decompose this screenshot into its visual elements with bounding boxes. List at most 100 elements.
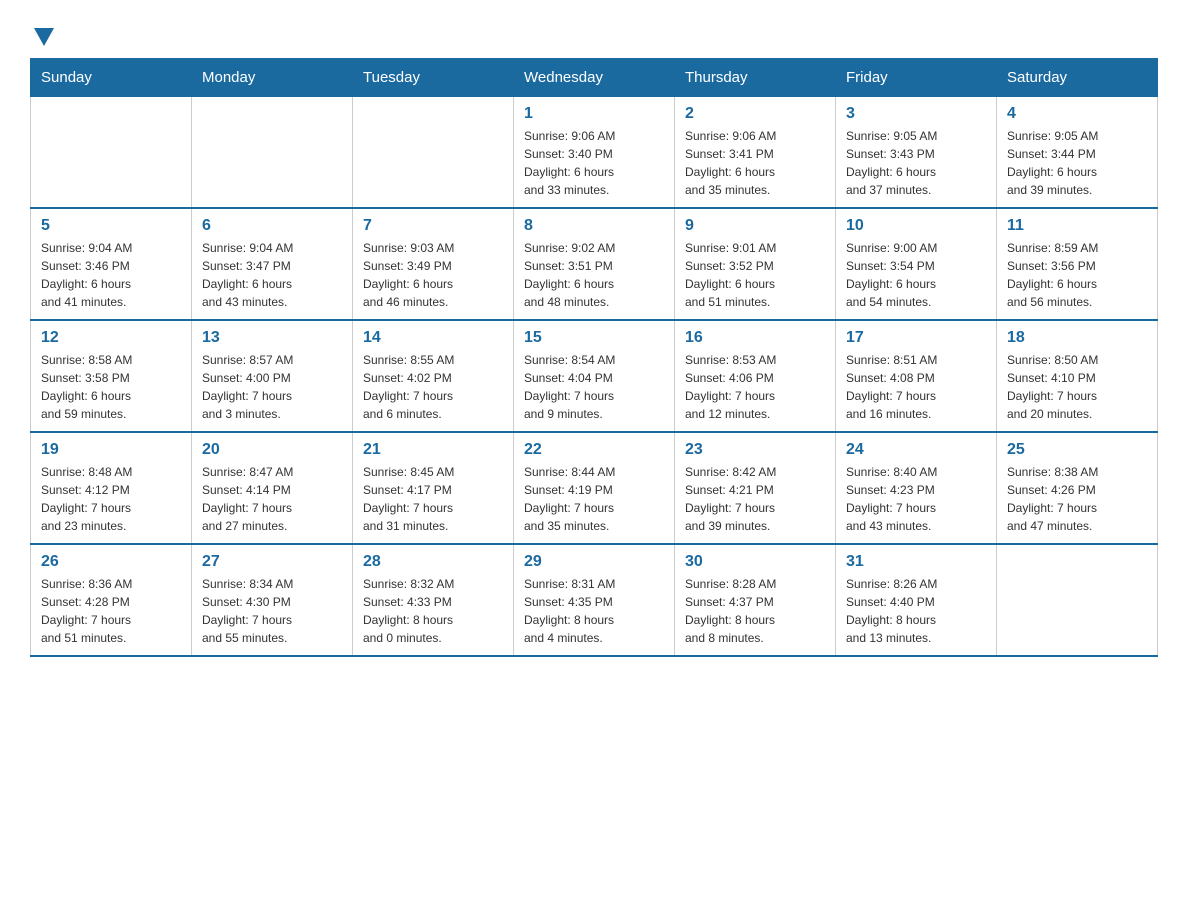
day-info: Sunrise: 8:32 AM Sunset: 4:33 PM Dayligh… <box>363 575 503 647</box>
calendar-cell: 23 Sunrise: 8:42 AM Sunset: 4:21 PM Dayli… <box>675 432 836 544</box>
calendar-cell <box>997 544 1158 656</box>
calendar-week-row: 1 Sunrise: 9:06 AM Sunset: 3:40 PM Daylig… <box>31 97 1158 209</box>
day-number: 23 <box>685 441 825 459</box>
calendar-cell: 7Sunrise: 9:03 AM Sunset: 3:49 PM Daylig… <box>353 208 514 320</box>
logo-triangle-icon <box>34 28 54 46</box>
calendar-cell: 9 Sunrise: 9:01 AM Sunset: 3:52 PM Daylig… <box>675 208 836 320</box>
day-number: 25 <box>1007 441 1147 459</box>
calendar-cell: 3 Sunrise: 9:05 AM Sunset: 3:43 PM Daylig… <box>836 97 997 209</box>
calendar-cell: 2 Sunrise: 9:06 AM Sunset: 3:41 PM Daylig… <box>675 97 836 209</box>
calendar-cell: 21Sunrise: 8:45 AM Sunset: 4:17 PM Dayli… <box>353 432 514 544</box>
day-number: 21 <box>363 441 503 459</box>
day-info: Sunrise: 8:50 AM Sunset: 4:10 PM Dayligh… <box>1007 351 1147 423</box>
day-number: 19 <box>41 441 181 459</box>
calendar-cell: 15 Sunrise: 8:54 AM Sunset: 4:04 PM Dayli… <box>514 320 675 432</box>
day-number: 3 <box>846 105 986 123</box>
calendar-cell: 19 Sunrise: 8:48 AM Sunset: 4:12 PM Dayli… <box>31 432 192 544</box>
day-number: 22 <box>524 441 664 459</box>
day-number: 20 <box>202 441 342 459</box>
day-info: Sunrise: 8:44 AM Sunset: 4:19 PM Dayligh… <box>524 463 664 535</box>
page-header <box>30 24 1158 42</box>
day-number: 14 <box>363 329 503 347</box>
day-info: Sunrise: 9:01 AM Sunset: 3:52 PM Dayligh… <box>685 239 825 311</box>
calendar-cell: 14 Sunrise: 8:55 AM Sunset: 4:02 PM Dayli… <box>353 320 514 432</box>
weekday-header-thursday: Thursday <box>675 59 836 97</box>
day-number: 29 <box>524 553 664 571</box>
day-number: 16 <box>685 329 825 347</box>
calendar-cell: 5Sunrise: 9:04 AM Sunset: 3:46 PM Daylig… <box>31 208 192 320</box>
weekday-header-monday: Monday <box>192 59 353 97</box>
calendar-cell: 31 Sunrise: 8:26 AM Sunset: 4:40 PM Dayli… <box>836 544 997 656</box>
calendar-cell: 17 Sunrise: 8:51 AM Sunset: 4:08 PM Dayli… <box>836 320 997 432</box>
day-info: Sunrise: 8:59 AM Sunset: 3:56 PM Dayligh… <box>1007 239 1147 311</box>
day-info: Sunrise: 9:03 AM Sunset: 3:49 PM Dayligh… <box>363 239 503 311</box>
calendar-cell: 11Sunrise: 8:59 AM Sunset: 3:56 PM Dayli… <box>997 208 1158 320</box>
day-info: Sunrise: 8:55 AM Sunset: 4:02 PM Dayligh… <box>363 351 503 423</box>
calendar-cell: 22 Sunrise: 8:44 AM Sunset: 4:19 PM Dayli… <box>514 432 675 544</box>
calendar-cell: 24Sunrise: 8:40 AM Sunset: 4:23 PM Dayli… <box>836 432 997 544</box>
day-number: 2 <box>685 105 825 123</box>
day-info: Sunrise: 9:05 AM Sunset: 3:43 PM Dayligh… <box>846 127 986 199</box>
day-number: 5 <box>41 217 181 235</box>
calendar-cell: 6 Sunrise: 9:04 AM Sunset: 3:47 PM Daylig… <box>192 208 353 320</box>
day-info: Sunrise: 9:06 AM Sunset: 3:41 PM Dayligh… <box>685 127 825 199</box>
day-info: Sunrise: 8:47 AM Sunset: 4:14 PM Dayligh… <box>202 463 342 535</box>
day-info: Sunrise: 9:02 AM Sunset: 3:51 PM Dayligh… <box>524 239 664 311</box>
day-number: 18 <box>1007 329 1147 347</box>
day-info: Sunrise: 8:38 AM Sunset: 4:26 PM Dayligh… <box>1007 463 1147 535</box>
calendar-week-row: 26 Sunrise: 8:36 AM Sunset: 4:28 PM Dayli… <box>31 544 1158 656</box>
calendar-cell: 25 Sunrise: 8:38 AM Sunset: 4:26 PM Dayli… <box>997 432 1158 544</box>
day-info: Sunrise: 8:42 AM Sunset: 4:21 PM Dayligh… <box>685 463 825 535</box>
day-number: 13 <box>202 329 342 347</box>
calendar-cell: 27Sunrise: 8:34 AM Sunset: 4:30 PM Dayli… <box>192 544 353 656</box>
day-number: 28 <box>363 553 503 571</box>
day-info: Sunrise: 8:51 AM Sunset: 4:08 PM Dayligh… <box>846 351 986 423</box>
calendar-week-row: 19 Sunrise: 8:48 AM Sunset: 4:12 PM Dayli… <box>31 432 1158 544</box>
calendar-cell: 28 Sunrise: 8:32 AM Sunset: 4:33 PM Dayli… <box>353 544 514 656</box>
calendar-cell: 26 Sunrise: 8:36 AM Sunset: 4:28 PM Dayli… <box>31 544 192 656</box>
day-number: 1 <box>524 105 664 123</box>
weekday-header-friday: Friday <box>836 59 997 97</box>
day-info: Sunrise: 8:48 AM Sunset: 4:12 PM Dayligh… <box>41 463 181 535</box>
day-number: 26 <box>41 553 181 571</box>
day-info: Sunrise: 8:34 AM Sunset: 4:30 PM Dayligh… <box>202 575 342 647</box>
calendar-cell: 8 Sunrise: 9:02 AM Sunset: 3:51 PM Daylig… <box>514 208 675 320</box>
calendar-cell: 18 Sunrise: 8:50 AM Sunset: 4:10 PM Dayli… <box>997 320 1158 432</box>
day-info: Sunrise: 9:06 AM Sunset: 3:40 PM Dayligh… <box>524 127 664 199</box>
day-number: 30 <box>685 553 825 571</box>
day-number: 31 <box>846 553 986 571</box>
day-number: 10 <box>846 217 986 235</box>
day-info: Sunrise: 8:54 AM Sunset: 4:04 PM Dayligh… <box>524 351 664 423</box>
day-number: 17 <box>846 329 986 347</box>
calendar-cell: 10 Sunrise: 9:00 AM Sunset: 3:54 PM Dayli… <box>836 208 997 320</box>
day-info: Sunrise: 8:28 AM Sunset: 4:37 PM Dayligh… <box>685 575 825 647</box>
day-number: 6 <box>202 217 342 235</box>
day-info: Sunrise: 8:57 AM Sunset: 4:00 PM Dayligh… <box>202 351 342 423</box>
weekday-header-sunday: Sunday <box>31 59 192 97</box>
day-info: Sunrise: 8:26 AM Sunset: 4:40 PM Dayligh… <box>846 575 986 647</box>
calendar-cell: 29 Sunrise: 8:31 AM Sunset: 4:35 PM Dayli… <box>514 544 675 656</box>
day-info: Sunrise: 9:04 AM Sunset: 3:47 PM Dayligh… <box>202 239 342 311</box>
day-info: Sunrise: 9:05 AM Sunset: 3:44 PM Dayligh… <box>1007 127 1147 199</box>
day-number: 15 <box>524 329 664 347</box>
calendar-week-row: 12 Sunrise: 8:58 AM Sunset: 3:58 PM Dayli… <box>31 320 1158 432</box>
day-info: Sunrise: 8:53 AM Sunset: 4:06 PM Dayligh… <box>685 351 825 423</box>
day-number: 12 <box>41 329 181 347</box>
calendar-cell: 13 Sunrise: 8:57 AM Sunset: 4:00 PM Dayli… <box>192 320 353 432</box>
calendar-cell: 4Sunrise: 9:05 AM Sunset: 3:44 PM Daylig… <box>997 97 1158 209</box>
day-info: Sunrise: 9:00 AM Sunset: 3:54 PM Dayligh… <box>846 239 986 311</box>
calendar-header-row: SundayMondayTuesdayWednesdayThursdayFrid… <box>31 59 1158 97</box>
weekday-header-saturday: Saturday <box>997 59 1158 97</box>
day-number: 9 <box>685 217 825 235</box>
calendar-cell: 16 Sunrise: 8:53 AM Sunset: 4:06 PM Dayli… <box>675 320 836 432</box>
calendar-cell: 30 Sunrise: 8:28 AM Sunset: 4:37 PM Dayli… <box>675 544 836 656</box>
day-number: 24 <box>846 441 986 459</box>
day-info: Sunrise: 8:36 AM Sunset: 4:28 PM Dayligh… <box>41 575 181 647</box>
calendar-cell <box>31 97 192 209</box>
day-info: Sunrise: 8:31 AM Sunset: 4:35 PM Dayligh… <box>524 575 664 647</box>
day-info: Sunrise: 8:58 AM Sunset: 3:58 PM Dayligh… <box>41 351 181 423</box>
calendar-week-row: 5Sunrise: 9:04 AM Sunset: 3:46 PM Daylig… <box>31 208 1158 320</box>
calendar-cell: 12 Sunrise: 8:58 AM Sunset: 3:58 PM Dayli… <box>31 320 192 432</box>
calendar-cell: 20 Sunrise: 8:47 AM Sunset: 4:14 PM Dayli… <box>192 432 353 544</box>
day-number: 8 <box>524 217 664 235</box>
